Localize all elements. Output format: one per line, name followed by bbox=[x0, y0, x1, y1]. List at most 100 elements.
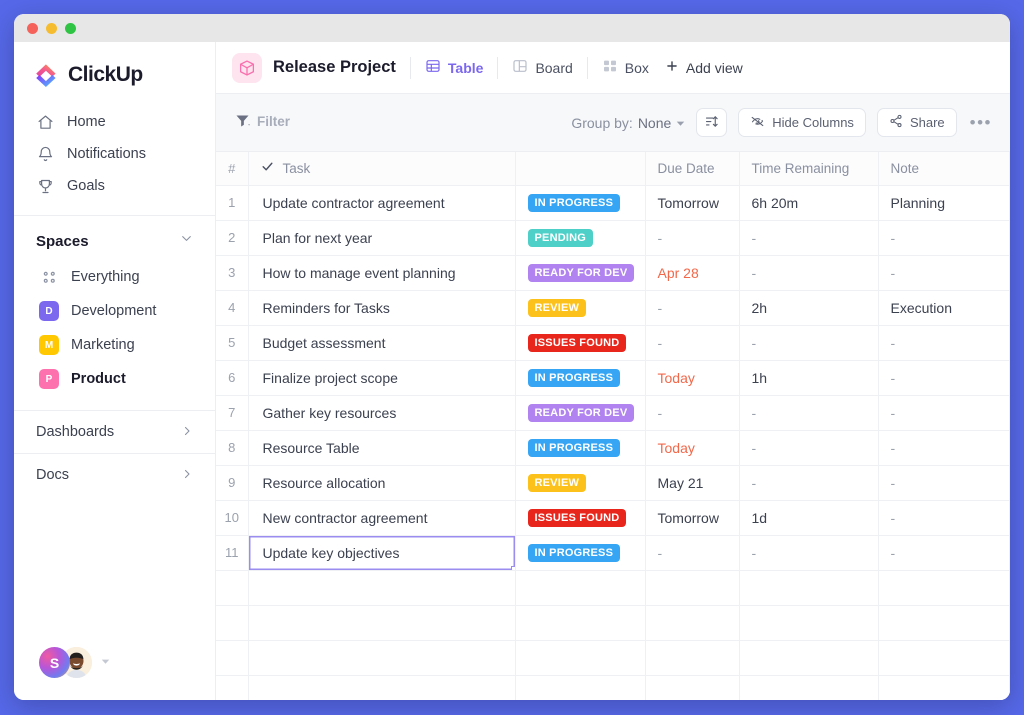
tab-table[interactable]: Table bbox=[425, 58, 483, 77]
table-row[interactable]: 11 Update key objectives IN PROGRESS - - - bbox=[216, 535, 1010, 571]
maximize-window-button[interactable] bbox=[65, 22, 76, 34]
column-header-due-date[interactable]: Due Date bbox=[645, 152, 740, 186]
time-remaining-cell[interactable]: 1h bbox=[739, 360, 879, 396]
status-cell[interactable]: REVIEW bbox=[515, 290, 646, 326]
due-date-cell[interactable]: Today bbox=[645, 360, 740, 396]
note-cell[interactable]: - bbox=[878, 430, 1010, 466]
task-name-cell[interactable]: Resource allocation bbox=[248, 465, 516, 501]
table-row[interactable]: 2 Plan for next year PENDING - - - bbox=[216, 220, 1010, 256]
task-name-cell[interactable]: Reminders for Tasks bbox=[248, 290, 516, 326]
filter-button[interactable]: Filter bbox=[234, 112, 290, 134]
task-name-cell[interactable]: Budget assessment bbox=[248, 325, 516, 361]
spaces-header[interactable]: Spaces bbox=[14, 216, 215, 260]
user-account-area[interactable]: S bbox=[14, 647, 215, 700]
sidebar-item-goals[interactable]: Goals bbox=[14, 170, 215, 202]
note-cell[interactable]: - bbox=[878, 325, 1010, 361]
task-name-cell[interactable]: Gather key resources bbox=[248, 395, 516, 431]
status-cell[interactable]: ISSUES FOUND bbox=[515, 500, 646, 536]
task-name-cell[interactable]: Update contractor agreement bbox=[248, 185, 516, 221]
table-row[interactable]: 10 New contractor agreement ISSUES FOUND To… bbox=[216, 500, 1010, 536]
task-name-cell[interactable]: Finalize project scope bbox=[248, 360, 516, 396]
task-name-cell[interactable]: Resource Table bbox=[248, 430, 516, 466]
due-date-cell[interactable]: Tomorrow bbox=[645, 500, 740, 536]
due-date-cell[interactable]: - bbox=[645, 395, 740, 431]
note-cell[interactable]: - bbox=[878, 220, 1010, 256]
sidebar-item-marketing[interactable]: M Marketing bbox=[14, 328, 215, 362]
tab-board[interactable]: Board bbox=[512, 58, 573, 77]
task-name-cell[interactable]: How to manage event planning bbox=[248, 255, 516, 291]
minimize-window-button[interactable] bbox=[46, 22, 57, 34]
time-remaining-cell[interactable]: - bbox=[739, 465, 879, 501]
add-view-button[interactable]: Add view bbox=[665, 59, 743, 76]
brand-logo[interactable]: ClickUp bbox=[14, 42, 215, 106]
table-row[interactable]: 6 Finalize project scope IN PROGRESS Today 1… bbox=[216, 360, 1010, 396]
table-row[interactable]: 8 Resource Table IN PROGRESS Today - - bbox=[216, 430, 1010, 466]
column-header-status[interactable] bbox=[515, 152, 646, 186]
time-remaining-cell[interactable]: 6h 20m bbox=[739, 185, 879, 221]
note-cell[interactable]: - bbox=[878, 535, 1010, 571]
hide-columns-button[interactable]: Hide Columns bbox=[738, 108, 866, 137]
status-cell[interactable]: IN PROGRESS bbox=[515, 430, 646, 466]
due-date-cell[interactable]: Today bbox=[645, 430, 740, 466]
task-name-cell[interactable]: New contractor agreement bbox=[248, 500, 516, 536]
due-date-cell[interactable]: Tomorrow bbox=[645, 185, 740, 221]
group-by-control[interactable]: Group by: None bbox=[571, 115, 685, 131]
caret-down-icon[interactable] bbox=[101, 657, 110, 668]
due-date-cell[interactable]: Apr 28 bbox=[645, 255, 740, 291]
column-header-time-remaining[interactable]: Time Remaining bbox=[739, 152, 879, 186]
due-date-cell[interactable]: - bbox=[645, 290, 740, 326]
cell-resize-handle[interactable] bbox=[510, 565, 514, 569]
table-row[interactable]: 3 How to manage event planning READY FOR D… bbox=[216, 255, 1010, 291]
column-header-note[interactable]: Note bbox=[878, 152, 1010, 186]
status-cell[interactable]: READY FOR DEV bbox=[515, 255, 646, 291]
table-row[interactable]: 1 Update contractor agreement IN PROGRESS T… bbox=[216, 185, 1010, 221]
more-options-button[interactable]: ••• bbox=[968, 113, 992, 133]
sidebar-item-everything[interactable]: Everything bbox=[14, 260, 215, 294]
table-row[interactable]: 7 Gather key resources READY FOR DEV - - - bbox=[216, 395, 1010, 431]
due-date-cell[interactable]: - bbox=[645, 325, 740, 361]
sidebar-item-product[interactable]: P Product bbox=[14, 362, 215, 396]
task-name-cell[interactable]: Plan for next year bbox=[248, 220, 516, 256]
time-remaining-cell[interactable]: - bbox=[739, 535, 879, 571]
table-row[interactable]: 5 Budget assessment ISSUES FOUND - - - bbox=[216, 325, 1010, 361]
chevron-down-icon[interactable] bbox=[180, 232, 193, 250]
status-cell[interactable]: PENDING bbox=[515, 220, 646, 256]
status-cell[interactable]: ISSUES FOUND bbox=[515, 325, 646, 361]
note-cell[interactable]: - bbox=[878, 255, 1010, 291]
sort-button[interactable] bbox=[696, 108, 728, 137]
avatar[interactable]: S bbox=[39, 647, 70, 678]
note-cell[interactable]: - bbox=[878, 500, 1010, 536]
table-row[interactable]: 9 Resource allocation REVIEW May 21- - bbox=[216, 465, 1010, 501]
status-cell[interactable]: IN PROGRESS bbox=[515, 360, 646, 396]
note-cell[interactable]: - bbox=[878, 360, 1010, 396]
task-name-cell[interactable]: Update key objectives bbox=[248, 535, 516, 571]
table-row[interactable]: 4 Reminders for Tasks REVIEW -2h Execution bbox=[216, 290, 1010, 326]
column-header-number[interactable]: # bbox=[216, 152, 249, 186]
note-cell[interactable]: Execution bbox=[878, 290, 1010, 326]
status-cell[interactable]: REVIEW bbox=[515, 465, 646, 501]
time-remaining-cell[interactable]: - bbox=[739, 255, 879, 291]
time-remaining-cell[interactable]: 1d bbox=[739, 500, 879, 536]
note-cell[interactable]: Planning bbox=[878, 185, 1010, 221]
sidebar-item-dashboards[interactable]: Dashboards bbox=[14, 411, 215, 453]
status-cell[interactable]: READY FOR DEV bbox=[515, 395, 646, 431]
due-date-cell[interactable]: - bbox=[645, 535, 740, 571]
column-header-task[interactable]: Task bbox=[248, 152, 516, 186]
time-remaining-cell[interactable]: 2h bbox=[739, 290, 879, 326]
close-window-button[interactable] bbox=[27, 22, 38, 34]
note-cell[interactable]: - bbox=[878, 395, 1010, 431]
time-remaining-cell[interactable]: - bbox=[739, 220, 879, 256]
status-cell[interactable]: IN PROGRESS bbox=[515, 535, 646, 571]
tab-box[interactable]: Box bbox=[602, 58, 649, 77]
time-remaining-cell[interactable]: - bbox=[739, 325, 879, 361]
note-cell[interactable]: - bbox=[878, 465, 1010, 501]
time-remaining-cell[interactable]: - bbox=[739, 395, 879, 431]
sidebar-item-development[interactable]: D Development bbox=[14, 294, 215, 328]
due-date-cell[interactable]: - bbox=[645, 220, 740, 256]
due-date-cell[interactable]: May 21 bbox=[645, 465, 740, 501]
sidebar-item-docs[interactable]: Docs bbox=[14, 454, 215, 496]
sidebar-item-home[interactable]: Home bbox=[14, 106, 215, 138]
status-cell[interactable]: IN PROGRESS bbox=[515, 185, 646, 221]
share-button[interactable]: Share bbox=[876, 108, 957, 137]
time-remaining-cell[interactable]: - bbox=[739, 430, 879, 466]
